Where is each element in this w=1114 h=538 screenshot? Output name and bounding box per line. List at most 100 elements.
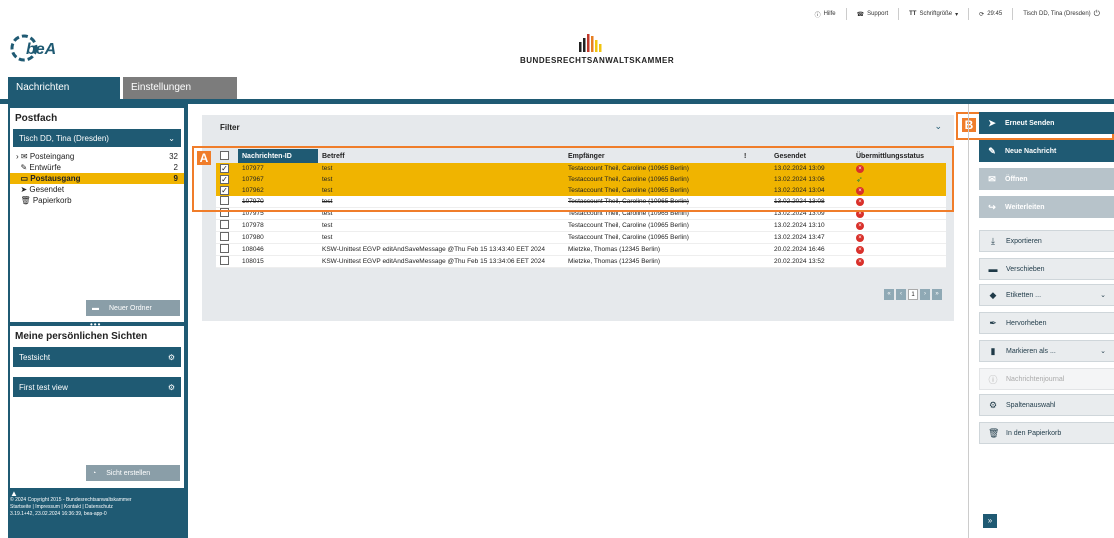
folder-sent[interactable]: ➤ Gesendet xyxy=(10,184,184,195)
move-to-trash-button[interactable]: 🗑 In den Papierkorb xyxy=(979,422,1114,444)
chevron-right-icon: › xyxy=(16,152,19,161)
error-status-icon: × xyxy=(856,245,864,254)
fontsize-dropdown[interactable]: TT Schriftgröße ▾ xyxy=(905,11,962,18)
next-page-button[interactable]: › xyxy=(920,289,930,300)
edit-icon: ✎ xyxy=(20,163,28,172)
folder-icon: ▬ xyxy=(988,264,998,274)
send-icon: ➤ xyxy=(988,117,996,128)
bea-logo: beA xyxy=(10,30,70,68)
download-icon: ⤓ xyxy=(991,235,995,246)
caret-down-icon: ▾ xyxy=(955,11,959,18)
row-checkbox[interactable] xyxy=(220,220,229,229)
chevron-down-icon[interactable]: ⌄ xyxy=(934,121,942,132)
row-checkbox[interactable] xyxy=(220,256,229,265)
error-status-icon: × xyxy=(856,257,864,266)
fontsize-icon: TT xyxy=(909,11,917,17)
current-page[interactable]: 1 xyxy=(908,289,918,300)
divider xyxy=(845,8,847,20)
help-link[interactable]: ⓘ Hilfe xyxy=(811,10,840,19)
chevron-down-icon: ⌄ xyxy=(1100,292,1106,299)
view-item-testsicht[interactable]: Testsicht ⚙ xyxy=(13,347,181,367)
move-button[interactable]: ▬ Verschieben xyxy=(979,258,1114,280)
cell-id: 107978 xyxy=(238,219,318,232)
support-link[interactable]: ☎ Support xyxy=(853,11,893,18)
annotation-label-a: A xyxy=(197,151,211,165)
forward-button[interactable]: ↪ Weiterleiten xyxy=(979,196,1114,218)
view-item-first-test-view[interactable]: First test view ⚙ xyxy=(13,377,181,397)
cell-id: 108015 xyxy=(238,255,318,268)
filter-label[interactable]: Filter xyxy=(220,123,240,132)
views-title: Meine persönlichen Sichten xyxy=(15,331,148,342)
footer: ▲ © 2024 Copyright 2015 - Bundesrechtsan… xyxy=(10,489,132,518)
gear-icon[interactable]: ⚙ xyxy=(168,383,175,392)
inbox-icon: ✉ xyxy=(20,152,28,161)
mailbox-title: Postfach xyxy=(15,113,58,124)
expand-sidebar-button[interactable]: » xyxy=(983,514,997,528)
left-sidebar: Postfach Tisch DD, Tina (Dresden) ⌄ › ✉ P… xyxy=(8,104,188,538)
chevron-down-icon: ⌄ xyxy=(1100,348,1106,355)
gear-icon: ⚙ xyxy=(988,399,998,410)
annotation-box-a xyxy=(192,146,954,212)
new-message-button[interactable]: ✎ Neue Nachricht xyxy=(979,140,1114,162)
tag-icon: ◆ xyxy=(989,289,997,300)
mark-as-dropdown[interactable]: ▮ Markieren als ... ⌄ xyxy=(979,340,1114,362)
first-page-button[interactable]: « xyxy=(884,289,894,300)
send-icon: ➤ xyxy=(20,185,28,194)
gear-icon[interactable]: ⚙ xyxy=(168,353,175,362)
envelope-icon: ✉ xyxy=(988,173,996,184)
cell-recipient: Testaccount Theil, Caroline (10965 Berli… xyxy=(564,231,740,244)
outbox-icon: ▭ xyxy=(20,174,29,183)
top-bar: ⓘ Hilfe ☎ Support TT Schriftgröße ▾ ⟳ 29:45 T… xyxy=(0,0,1114,28)
cell-id: 107980 xyxy=(238,231,318,244)
cell-recipient: Mietzke, Thomas (12345 Berlin) xyxy=(564,243,740,256)
labels-dropdown[interactable]: ◆ Etiketten ... ⌄ xyxy=(979,284,1114,306)
table-row[interactable]: 108015 KSW-Unittest EGVP editAndSaveMessa… xyxy=(216,255,946,268)
user-menu[interactable]: Tisch DD, Tina (Dresden) ⏻ xyxy=(1019,9,1104,19)
table-row[interactable]: 108046 KSW-Unittest EGVP editAndSaveMessa… xyxy=(216,243,946,256)
cell-subject: KSW-Unittest EGVP editAndSaveMessage @Th… xyxy=(318,243,564,256)
trash-icon: 🗑 xyxy=(20,196,31,205)
views-panel: Meine persönlichen Sichten Testsicht ⚙ Fi… xyxy=(10,326,184,488)
table-row[interactable]: 107978 test Testaccount Theil, Caroline (1… xyxy=(216,219,946,232)
cell-id: 108046 xyxy=(238,243,318,256)
session-timer[interactable]: ⟳ 29:45 xyxy=(975,11,1006,18)
folder-trash[interactable]: 🗑 Papierkorb xyxy=(10,195,184,206)
folder-drafts[interactable]: ✎ Entwürfe 2 xyxy=(10,162,184,173)
export-button[interactable]: ⤓ Exportieren xyxy=(979,230,1114,252)
column-selection-button[interactable]: ⚙ Spaltenauswahl xyxy=(979,394,1114,416)
cell-subject: test xyxy=(318,231,564,244)
table-row[interactable]: 107980 test Testaccount Theil, Caroline (1… xyxy=(216,231,946,244)
prev-page-button[interactable]: ‹ xyxy=(896,289,906,300)
view-add-icon: ◔ xyxy=(92,469,97,477)
refresh-icon: ⟳ xyxy=(979,11,985,18)
brand-title: BUNDESRECHTSANWALTSKAMMER xyxy=(520,56,675,65)
create-view-button[interactable]: ◔ Sicht erstellen xyxy=(86,465,180,481)
row-checkbox[interactable] xyxy=(220,244,229,253)
tab-messages[interactable]: Nachrichten xyxy=(8,77,120,99)
info-icon: ⓘ xyxy=(988,374,998,385)
highlight-button[interactable]: ✒ Hervorheben xyxy=(979,312,1114,334)
tab-settings[interactable]: Einstellungen xyxy=(123,77,237,99)
folder-icon: ▬ xyxy=(92,304,99,312)
new-folder-button[interactable]: ▬ Neuer Ordner xyxy=(86,300,180,316)
message-journal-button[interactable]: ⓘ Nachrichtenjournal xyxy=(979,368,1114,390)
account-dropdown[interactable]: Tisch DD, Tina (Dresden) ⌄ xyxy=(13,129,181,147)
highlighter-icon: ✒ xyxy=(989,317,997,328)
cell-recipient: Testaccount Theil, Caroline (10965 Berli… xyxy=(564,219,740,232)
divider xyxy=(968,8,970,20)
action-sidebar: ➤ Erneut Senden ✎ Neue Nachricht ✉ Öffnen ↪ Wei… xyxy=(968,104,1114,538)
power-icon: ⏻ xyxy=(1093,9,1100,18)
footer-links[interactable]: Startseite | Impressum | Kontakt | Daten… xyxy=(10,504,132,511)
folder-inbox[interactable]: › ✉ Posteingang 32 xyxy=(10,151,184,162)
open-button[interactable]: ✉ Öffnen xyxy=(979,168,1114,190)
folder-outbox[interactable]: ▭ Postausgang 9 xyxy=(10,173,184,184)
row-checkbox[interactable] xyxy=(220,232,229,241)
cell-sent: 13.02.2024 13:10 xyxy=(770,219,852,232)
main-tabs: Nachrichten Einstellungen xyxy=(8,77,237,99)
pencil-icon: ✎ xyxy=(988,145,996,156)
support-icon: ☎ xyxy=(856,11,865,18)
last-page-button[interactable]: » xyxy=(932,289,942,300)
error-status-icon: × xyxy=(856,233,864,242)
mailbox-panel: Postfach Tisch DD, Tina (Dresden) ⌄ › ✉ P… xyxy=(10,108,184,322)
resend-button[interactable]: ➤ Erneut Senden xyxy=(979,112,1114,134)
